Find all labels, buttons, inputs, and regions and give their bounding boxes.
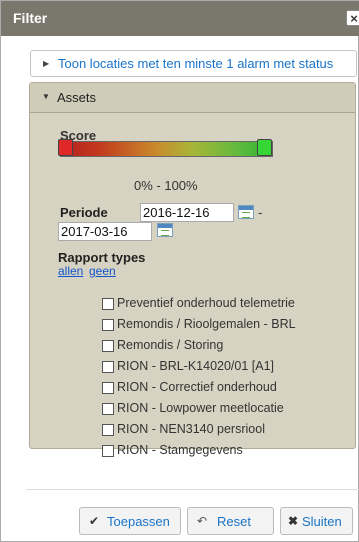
report-type-label: Preventief onderhoud telemetrie <box>117 296 295 310</box>
report-type-label: Remondis / Rioolgemalen - BRL <box>117 317 296 331</box>
checkbox[interactable] <box>102 445 114 457</box>
undo-icon: ↶ <box>197 514 208 528</box>
triangle-down-icon: ▼ <box>42 92 50 101</box>
reset-button[interactable]: ↶ Reset <box>187 507 274 535</box>
checkbox[interactable] <box>102 319 114 331</box>
report-type-label: RION - Correctief onderhoud <box>117 380 277 394</box>
close-icon[interactable]: × <box>346 10 359 26</box>
report-type-label: RION - Stamgegevens <box>117 443 243 457</box>
score-min-handle[interactable] <box>58 139 73 156</box>
score-max-handle[interactable] <box>257 139 272 156</box>
accordion-assets-label: Assets <box>57 90 97 105</box>
dialog-title: Filter <box>13 10 48 26</box>
calendar-icon[interactable] <box>157 223 173 237</box>
score-range-slider[interactable] <box>60 141 273 157</box>
report-types-label: Rapport types <box>58 250 146 265</box>
report-type-label: RION - NEN3140 persriool <box>117 422 265 436</box>
checkbox[interactable] <box>102 361 114 373</box>
close-button[interactable]: ✖ Sluiten <box>280 507 353 535</box>
accordion-assets-header[interactable]: ▼ Assets <box>30 83 355 113</box>
calendar-icon[interactable] <box>238 205 254 219</box>
apply-button-label: Toepassen <box>107 514 170 529</box>
apply-button[interactable]: ✔ Toepassen <box>79 507 181 535</box>
triangle-right-icon: ▶ <box>43 59 50 68</box>
checkbox[interactable] <box>102 403 114 415</box>
score-range-text: 0% - 100% <box>134 178 198 193</box>
footer-divider <box>26 489 359 490</box>
periode-separator: - <box>258 205 263 220</box>
accordion-alarm-status[interactable]: ▶ Toon locaties met ten minste 1 alarm m… <box>30 50 357 77</box>
periode-start-input[interactable]: 2016-12-16 <box>140 203 234 222</box>
select-none-link[interactable]: geen <box>89 264 116 278</box>
accordion-alarm-label: Toon locaties met ten minste 1 alarm met… <box>58 56 334 71</box>
check-icon: ✔ <box>89 514 100 528</box>
checkbox[interactable] <box>102 424 114 436</box>
dialog-titlebar[interactable]: Filter × <box>1 1 359 36</box>
periode-end-input[interactable]: 2017-03-16 <box>58 222 152 241</box>
checkbox[interactable] <box>102 340 114 352</box>
checkbox[interactable] <box>102 298 114 310</box>
reset-button-label: Reset <box>217 514 251 529</box>
close-button-label: Sluiten <box>302 514 342 529</box>
report-type-label: Remondis / Storing <box>117 338 224 352</box>
report-type-label: RION - Lowpower meetlocatie <box>117 401 284 415</box>
select-all-link[interactable]: allen <box>58 264 83 278</box>
close-icon: ✖ <box>288 514 299 528</box>
periode-label: Periode <box>60 205 108 220</box>
checkbox[interactable] <box>102 382 114 394</box>
report-type-label: RION - BRL-K14020/01 [A1] <box>117 359 275 373</box>
